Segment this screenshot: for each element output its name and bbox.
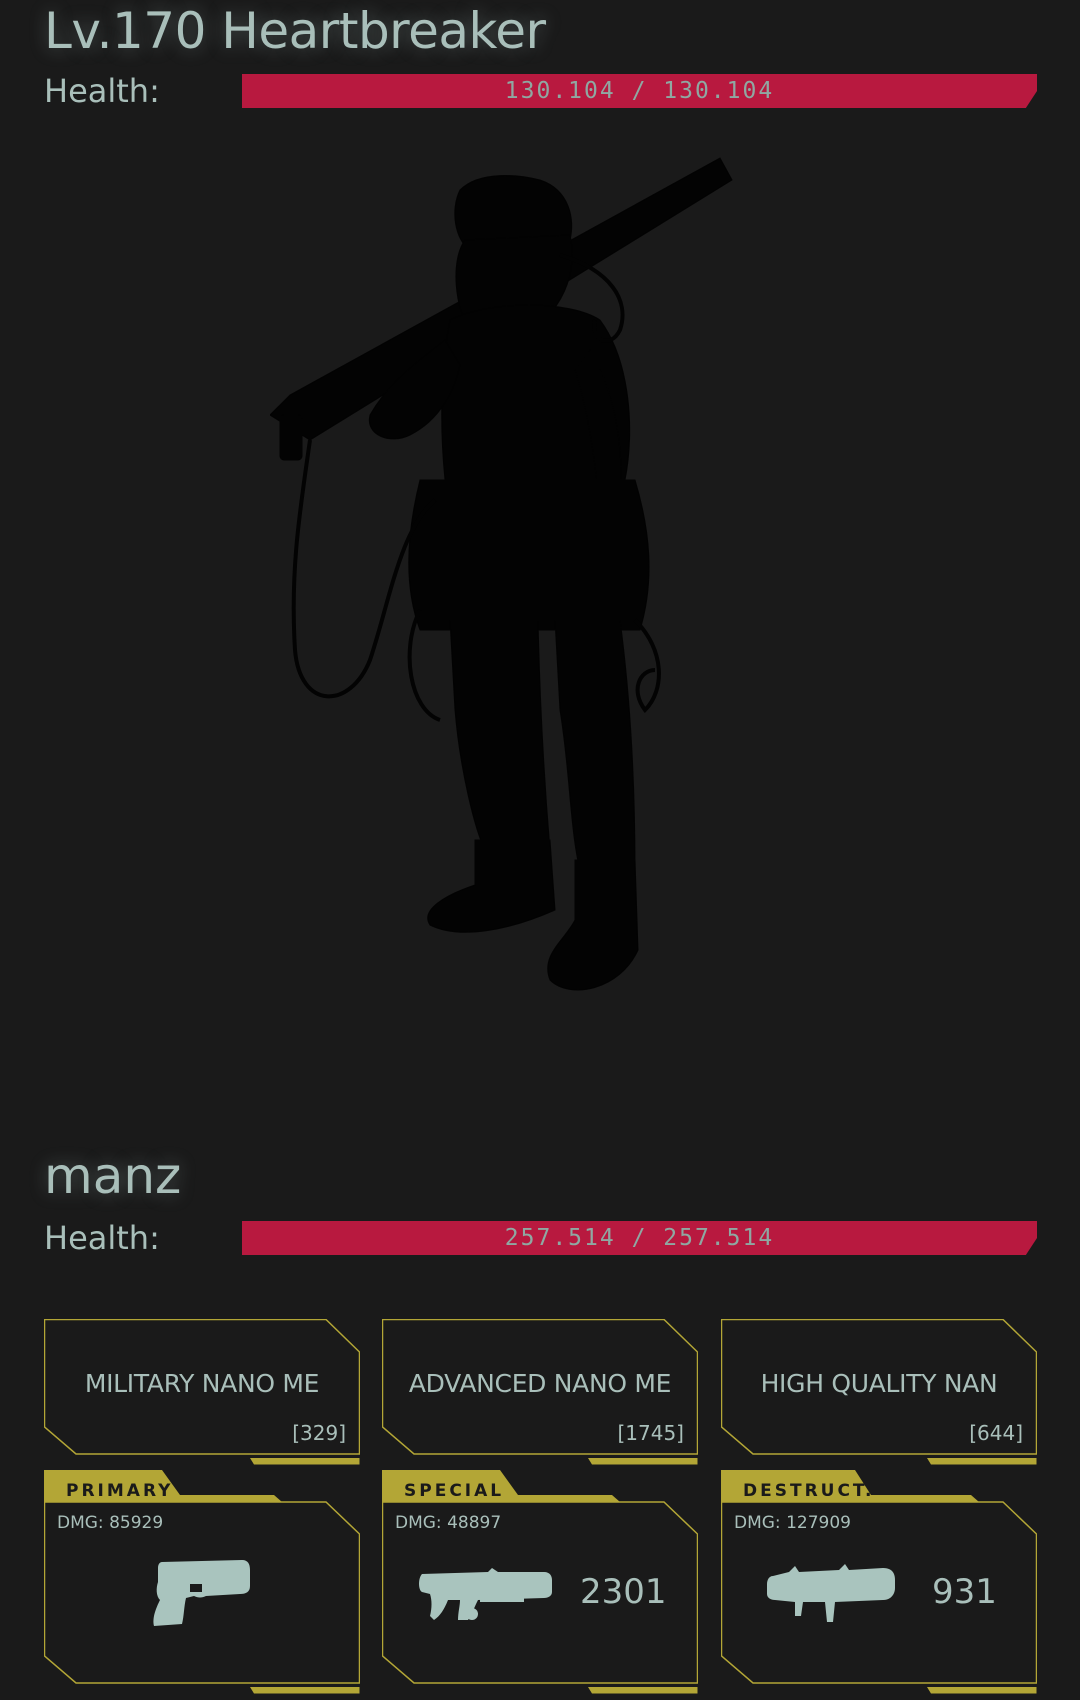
weapon-dmg: DMG: 127909 [734, 1513, 851, 1533]
weapon-ammo: 2301 [580, 1572, 667, 1612]
weapon-dmg: DMG: 85929 [57, 1513, 164, 1533]
ammo-name: HIGH QUALITY NAN [760, 1369, 998, 1398]
player-name: manz [44, 1147, 182, 1205]
weapon-dmg: DMG: 48897 [395, 1513, 502, 1533]
player-health-bar: 257.514 / 257.514 [242, 1221, 1037, 1255]
ammo-name: ADVANCED NANO ME [408, 1369, 672, 1398]
ammo-card-military[interactable]: MILITARY NANO ME [329] [44, 1319, 360, 1465]
weapon-card-destruct[interactable]: DESTRUCT. DMG: 127909 931 [721, 1470, 1037, 1694]
weapon-card-special[interactable]: SPECIAL DMG: 48897 2301 [382, 1470, 698, 1694]
player-health-label: Health: [44, 1219, 160, 1257]
rocket-launcher-icon [767, 1564, 895, 1622]
ammo-count: [644] [969, 1421, 1023, 1445]
player-health-text: 257.514 / 257.514 [504, 1225, 775, 1251]
enemy-title: Lv.170 Heartbreaker [44, 2, 546, 60]
weapon-tag: SPECIAL [404, 1481, 505, 1501]
ammo-count: [1745] [617, 1421, 684, 1445]
weapon-card-primary[interactable]: PRIMARY DMG: 85929 [44, 1470, 360, 1694]
pistol-icon [153, 1560, 250, 1626]
ammo-count: [329] [292, 1421, 346, 1445]
weapon-tag: PRIMARY [66, 1481, 174, 1501]
ammo-card-advanced[interactable]: ADVANCED NANO ME [1745] [382, 1319, 698, 1465]
weapon-tag: DESTRUCT. [743, 1481, 875, 1501]
ammo-card-high-quality[interactable]: HIGH QUALITY NAN [644] [721, 1319, 1037, 1465]
enemy-health-bar: 130.104 / 130.104 [242, 74, 1037, 108]
weapon-ammo: 931 [932, 1572, 997, 1612]
ammo-name: MILITARY NANO ME [84, 1369, 320, 1398]
heavy-gun-icon [419, 1568, 552, 1620]
enemy-health-text: 130.104 / 130.104 [504, 78, 775, 104]
enemy-silhouette[interactable] [270, 150, 810, 1095]
enemy-health-label: Health: [44, 72, 160, 110]
